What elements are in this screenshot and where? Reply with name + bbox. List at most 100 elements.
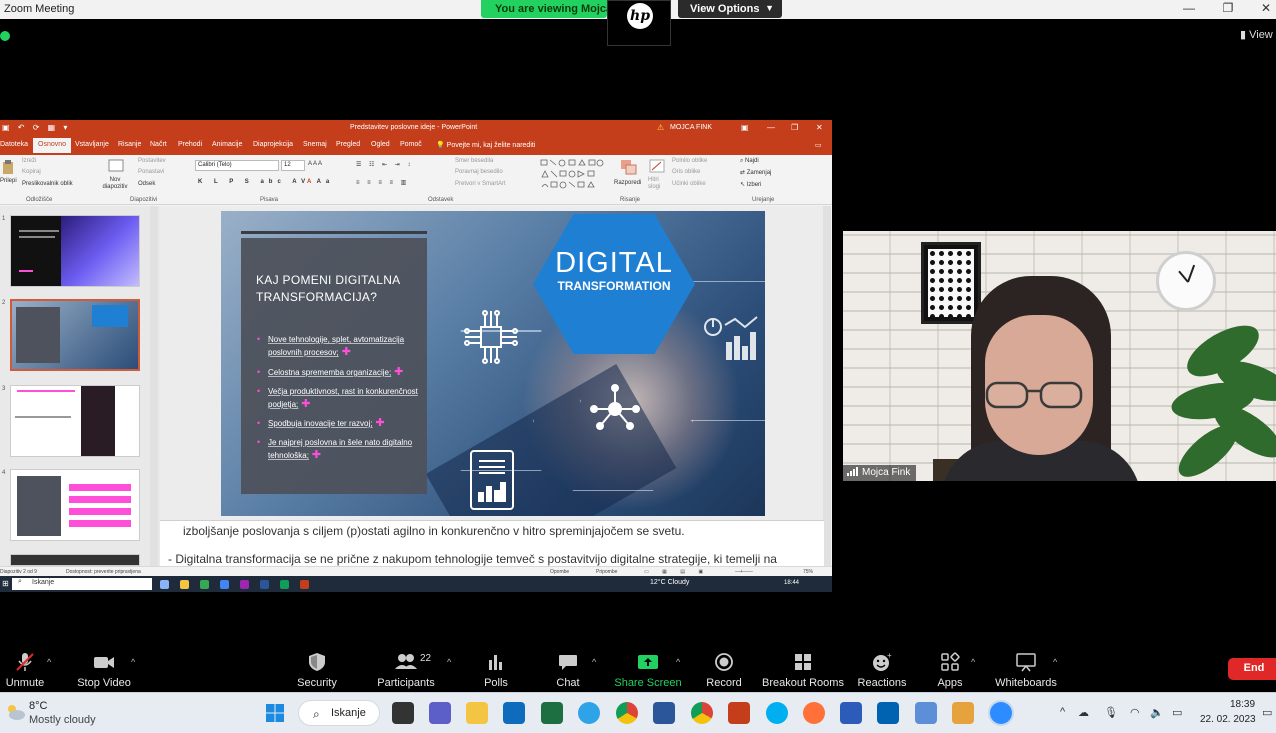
- task-view-icon[interactable]: [392, 702, 414, 724]
- powerpoint-icon[interactable]: [728, 702, 750, 724]
- chevron-up-icon[interactable]: ^: [131, 657, 135, 667]
- stop-video-button[interactable]: Stop Video: [59, 652, 149, 689]
- quick-access-toolbar[interactable]: ▣ ↶ ⟳ ▦ ▾: [2, 123, 70, 132]
- tab-diaprojekcija[interactable]: Diaprojekcija: [253, 141, 293, 148]
- tab-pregled[interactable]: Pregled: [336, 141, 360, 148]
- remote-desktop-icon[interactable]: [840, 702, 862, 724]
- ppt-minimize-button[interactable]: —: [767, 123, 775, 132]
- chat-button[interactable]: Chat: [523, 652, 613, 689]
- cloud-sun-icon[interactable]: [4, 702, 26, 722]
- teams-chat-icon[interactable]: [429, 702, 451, 724]
- tab-vstavljanje[interactable]: Vstavljanje: [75, 141, 109, 148]
- minimize-button[interactable]: —: [1179, 1, 1199, 15]
- end-meeting-button[interactable]: End: [1228, 658, 1276, 680]
- slide-thumbnail-4[interactable]: [10, 469, 140, 541]
- font-size-select[interactable]: 12: [281, 160, 305, 171]
- chevron-up-icon[interactable]: ^: [971, 657, 975, 667]
- home-icon[interactable]: [952, 702, 974, 724]
- tab-prehodi[interactable]: Prehodi: [178, 141, 202, 148]
- align-buttons[interactable]: ≡ ≡ ≡ ≡ ▥: [356, 179, 409, 186]
- arrange-icon[interactable]: [620, 159, 638, 175]
- firefox-icon[interactable]: [803, 702, 825, 724]
- shape-outline-button[interactable]: Oris oblike: [672, 169, 700, 175]
- notifications-icon[interactable]: ▭: [1262, 706, 1272, 719]
- slide-thumbnail-1[interactable]: [10, 215, 140, 287]
- new-slide-button[interactable]: Nov diapozitiv: [100, 177, 130, 191]
- security-button[interactable]: Security: [272, 652, 362, 689]
- whiteboards-button[interactable]: Whiteboards: [981, 652, 1071, 689]
- chevron-up-icon[interactable]: ^: [592, 657, 596, 667]
- font-name-select[interactable]: Calibri (Telo): [195, 160, 279, 171]
- select-button[interactable]: ↖ Izberi: [740, 181, 761, 188]
- layout-button[interactable]: Postavitev: [138, 158, 166, 164]
- quick-styles-icon[interactable]: [649, 159, 665, 175]
- taskbar-search-box[interactable]: ⌕ Iskanje: [298, 700, 380, 726]
- tab-osnovno[interactable]: Osnovno: [33, 138, 72, 153]
- replace-button[interactable]: ⇄ Zamenjaj: [740, 169, 771, 176]
- comments-toggle[interactable]: Pripombe: [596, 569, 617, 575]
- close-button[interactable]: ✕: [1256, 1, 1276, 15]
- microphone-icon[interactable]: 🎙: [1104, 706, 1118, 719]
- tab-pomoc[interactable]: Pomoč: [400, 141, 422, 148]
- list-buttons[interactable]: ☰ ☷ ⇤ ⇥ ↕: [356, 161, 413, 168]
- shape-fill-button[interactable]: Polnilo oblike: [672, 158, 707, 164]
- notepad-icon[interactable]: [915, 702, 937, 724]
- font-style-buttons[interactable]: K L P S abc AV Aa: [198, 179, 334, 185]
- word-icon[interactable]: [653, 702, 675, 724]
- copy-button[interactable]: Kopiraj: [22, 169, 41, 175]
- find-button[interactable]: ⌕ Najdi: [740, 158, 759, 165]
- chrome-profile-icon[interactable]: [691, 702, 713, 724]
- zoom-slider[interactable]: —+——: [735, 569, 753, 575]
- slide-thumbnail-3[interactable]: [10, 385, 140, 457]
- accessibility-status[interactable]: Dostopnost: preverite pripravljena: [66, 569, 141, 575]
- tab-animacije[interactable]: Animacije: [212, 141, 242, 148]
- slide-thumbnail-2[interactable]: [10, 299, 140, 371]
- zoom-app-icon[interactable]: [990, 702, 1012, 724]
- chevron-up-icon[interactable]: ^: [1060, 706, 1065, 718]
- volume-icon[interactable]: 🔈: [1150, 706, 1164, 719]
- weather-description[interactable]: Mostly cloudy: [29, 714, 96, 726]
- wifi-icon[interactable]: ◠: [1130, 706, 1140, 719]
- tab-risanje[interactable]: Risanje: [118, 141, 141, 148]
- ribbon-display-icon[interactable]: ▣: [741, 123, 749, 132]
- align-text-button[interactable]: Poravnaj besedilo: [455, 169, 503, 175]
- edge-icon[interactable]: [578, 702, 600, 724]
- breakout-rooms-button[interactable]: Breakout Rooms: [758, 652, 848, 689]
- format-painter-button[interactable]: Preslikovalnik oblik: [22, 181, 73, 187]
- reset-button[interactable]: Ponastavi: [138, 169, 164, 175]
- tab-datoteka[interactable]: Datoteka: [0, 141, 28, 148]
- store-icon[interactable]: [877, 702, 899, 724]
- thumbnail-scrollbar[interactable]: [150, 206, 158, 566]
- paste-icon[interactable]: [2, 159, 14, 175]
- cut-button[interactable]: Izreži: [22, 158, 36, 164]
- tab-snemaj[interactable]: Snemaj: [303, 141, 327, 148]
- record-button[interactable]: Record: [679, 652, 769, 689]
- participants-button[interactable]: Participants: [361, 652, 451, 689]
- text-direction-button[interactable]: Smer besedila: [455, 158, 493, 164]
- speaker-notes-pane[interactable]: izboljšanje poslovanja s ciljem (p)ostat…: [160, 520, 824, 566]
- smartart-button[interactable]: Pretvori v SmartArt: [455, 181, 506, 187]
- ppt-maximize-button[interactable]: ❐: [791, 123, 798, 132]
- notes-toggle[interactable]: Opombe: [550, 569, 569, 575]
- tell-me-box[interactable]: 💡 Povejte mi, kaj želite narediti: [436, 141, 535, 149]
- shapes-gallery[interactable]: [540, 158, 606, 190]
- weather-temperature[interactable]: 8°C: [29, 700, 47, 712]
- view-button[interactable]: ▮ View: [1240, 28, 1273, 41]
- quick-styles-button[interactable]: Hitri slogi: [648, 177, 666, 191]
- onedrive-cloud-icon[interactable]: ☁: [1078, 706, 1089, 719]
- zoom-percentage[interactable]: 75%: [803, 569, 813, 575]
- arrange-button[interactable]: Razporedi: [614, 180, 641, 186]
- comments-icon[interactable]: ▭: [815, 141, 822, 149]
- participant-video-tile[interactable]: Mojca Fink: [843, 231, 1276, 481]
- outlook-icon[interactable]: [503, 702, 525, 724]
- file-explorer-icon[interactable]: [466, 702, 488, 724]
- tab-nacrt[interactable]: Načrt: [150, 141, 167, 148]
- current-slide[interactable]: DIGITAL TRANSFORMATION KAJ POMENI DIGITA…: [221, 211, 765, 516]
- maximize-button[interactable]: ❐: [1218, 1, 1238, 15]
- taskbar-clock-date[interactable]: 22. 02. 2023: [1200, 714, 1256, 725]
- new-slide-icon[interactable]: [108, 159, 124, 173]
- excel-icon[interactable]: [541, 702, 563, 724]
- chrome-icon[interactable]: [616, 702, 638, 724]
- battery-icon[interactable]: ▭: [1172, 706, 1182, 719]
- slide-thumbnail-5[interactable]: [10, 554, 140, 566]
